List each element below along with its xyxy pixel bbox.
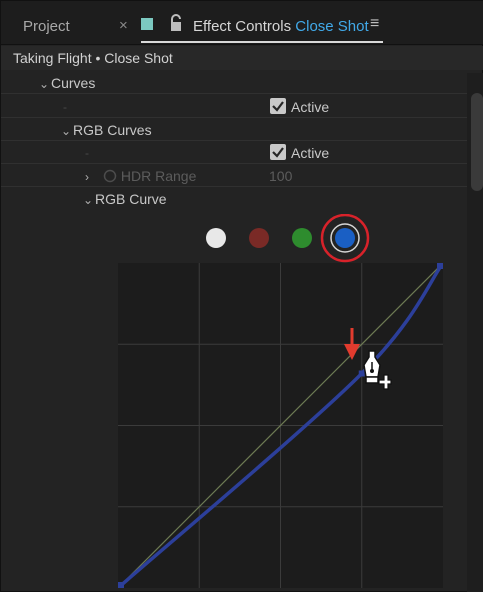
property-dash: - [85, 146, 89, 160]
chevron-down-icon[interactable]: ⌄ [61, 124, 73, 138]
chevron-down-icon[interactable]: ⌄ [39, 77, 51, 91]
checkmark-icon [272, 101, 284, 112]
channel-red-button[interactable] [249, 228, 269, 248]
close-tab-icon[interactable]: × [119, 17, 128, 34]
channel-white-button[interactable] [206, 228, 226, 248]
source-clip-label[interactable]: Taking Flight • Close Shot [13, 50, 173, 66]
active-label: Active [291, 99, 330, 115]
curve-control-point[interactable] [437, 263, 443, 269]
property-dash: - [63, 100, 67, 114]
rgb-curve-header[interactable]: ⌄ RGB Curve [83, 191, 167, 207]
active-checkbox[interactable] [270, 144, 286, 160]
hdr-range-label: HDR Range [120, 168, 197, 184]
rgb-curve-row[interactable]: ⌄ RGB Curve [1, 187, 467, 210]
rgb-curves-label: RGB Curves [73, 122, 152, 138]
curve-control-point[interactable] [118, 582, 124, 588]
tab-effect-controls[interactable]: Effect Controls Close Shot [193, 18, 369, 35]
rgb-curve-graph[interactable] [118, 263, 443, 588]
rgb-curves-row[interactable]: ⌄ RGB Curves [1, 118, 467, 141]
tab-effect-controls-label: Effect Controls [193, 18, 292, 35]
channel-green-button[interactable] [292, 228, 312, 248]
hdr-range-value: 100 [269, 168, 293, 184]
tab-project[interactable]: Project [23, 18, 70, 35]
hdr-range-header: › HDR Range [85, 168, 196, 184]
pen-add-point-cursor-icon [363, 350, 392, 390]
lock-icon[interactable] [169, 14, 183, 32]
source-clip-row: Taking Flight • Close Shot [1, 46, 483, 70]
rgb-curves-active-row: - Active [1, 141, 467, 164]
active-label: Active [291, 145, 330, 161]
selection-highlight-circle [320, 214, 370, 263]
active-tab-indicator [141, 41, 383, 43]
label-color-swatch [141, 18, 153, 30]
curves-label: Curves [51, 75, 96, 91]
chevron-right-icon[interactable]: › [85, 170, 97, 184]
rgb-curves-header[interactable]: ⌄ RGB Curves [61, 122, 152, 138]
scrollbar-thumb[interactable] [471, 93, 483, 191]
panel-tab-bar: Project × Effect Controls Close Shot ≡ [1, 1, 483, 45]
hdr-range-row: › HDR Range 100 [1, 164, 467, 187]
effect-controls-panel: Project × Effect Controls Close Shot ≡ T… [0, 0, 483, 592]
curves-effect-row[interactable]: ⌄ Curves [1, 71, 467, 94]
panel-menu-icon[interactable]: ≡ [370, 15, 379, 33]
curves-effect-header[interactable]: ⌄ Curves [39, 75, 95, 91]
active-checkbox[interactable] [270, 98, 286, 114]
tab-clip-name: Close Shot [295, 18, 369, 35]
curves-active-row: - Active [1, 95, 467, 118]
chevron-down-icon[interactable]: ⌄ [83, 193, 95, 207]
checkmark-icon [272, 147, 284, 158]
stopwatch-icon[interactable] [103, 169, 117, 183]
rgb-curve-label: RGB Curve [95, 191, 167, 207]
